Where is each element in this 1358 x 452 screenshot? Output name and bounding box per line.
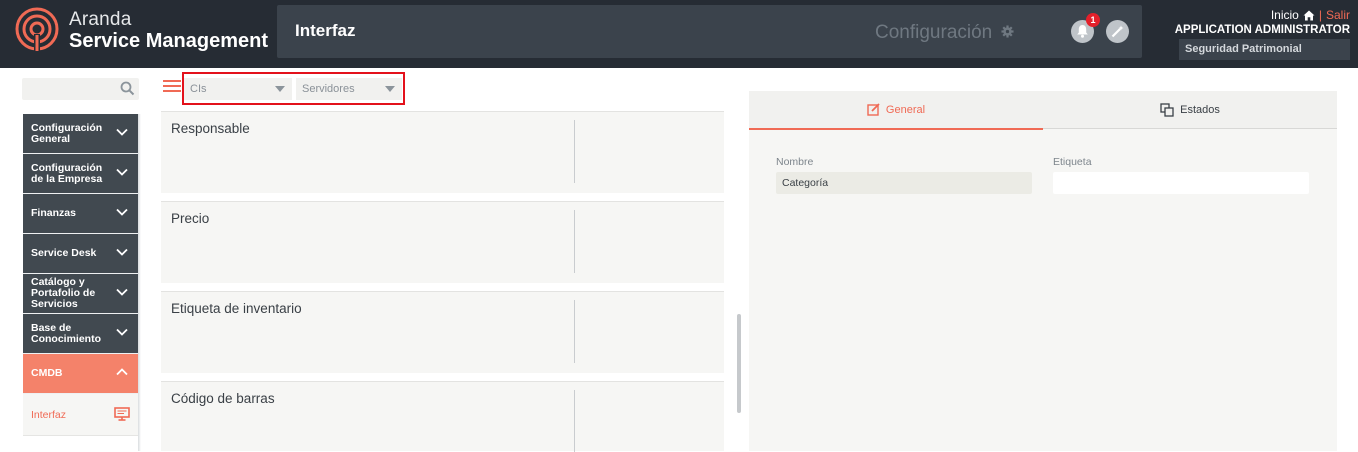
menu-search-input[interactable]	[22, 78, 139, 100]
sidebar-subitem-label: Interfaz	[31, 408, 67, 421]
name-field-label: Nombre	[776, 156, 814, 168]
brand-name: Aranda	[69, 9, 132, 30]
tab-estados-label: Estados	[1180, 104, 1220, 116]
sidebar-edge	[138, 114, 141, 451]
user-name: APPLICATION ADMINISTRATOR	[1174, 24, 1350, 36]
chevron-up-icon	[116, 368, 128, 376]
sidebar-menu: Configuración General Configuración de l…	[23, 114, 138, 436]
field-card-divider	[574, 120, 575, 183]
notification-count-badge: 1	[1086, 13, 1100, 27]
sidebar-item-label: Configuración de la Empresa	[31, 161, 103, 185]
chevron-down-icon	[116, 208, 128, 216]
fields-scrollbar[interactable]	[737, 314, 741, 413]
sidebar-item-label: CMDB	[31, 367, 63, 379]
field-card-divider	[574, 210, 575, 273]
brand-product: Service Management	[69, 30, 268, 52]
sidebar-item-label: Finanzas	[31, 207, 76, 219]
sidebar-item-configuracion-general[interactable]: Configuración General	[23, 114, 138, 154]
app-header: Aranda Service Management Interfaz Confi…	[0, 0, 1358, 68]
user-project-selector[interactable]: Seguridad Patrimonial	[1179, 39, 1350, 60]
tag-field-label: Etiqueta	[1053, 156, 1092, 168]
chevron-down-icon	[116, 288, 128, 296]
tab-estados[interactable]: Estados	[1043, 91, 1337, 129]
home-icon[interactable]	[1303, 10, 1315, 21]
sidebar-item-configuracion-empresa[interactable]: Configuración de la Empresa	[23, 154, 138, 194]
sidebar-item-label: Base de Conocimiento	[31, 321, 101, 345]
ci-type-value: CIs	[190, 83, 207, 95]
chevron-down-icon	[116, 128, 128, 136]
link-separator: |	[1318, 8, 1322, 22]
ci-category-select[interactable]: Servidores	[296, 78, 402, 100]
dropdown-arrow-icon	[275, 86, 285, 92]
sidebar-item-finanzas[interactable]: Finanzas	[23, 194, 138, 234]
sidebar-subitem-interfaz[interactable]: Interfaz	[23, 394, 138, 436]
field-card-precio[interactable]: Precio	[161, 201, 724, 283]
gear-icon[interactable]	[1001, 25, 1014, 38]
user-links: Inicio | Salir	[1271, 8, 1350, 22]
field-card-responsable[interactable]: Responsable	[161, 111, 724, 193]
edit-icon	[867, 103, 880, 116]
top-bar: Interfaz Configuración 1	[277, 5, 1142, 58]
tab-general-label: General	[885, 103, 926, 116]
tools-button[interactable]	[1106, 20, 1129, 43]
magic-wand-icon	[1111, 25, 1124, 38]
name-field[interactable]: Categoría	[776, 172, 1032, 194]
sidebar-item-catalogo[interactable]: Catálogo y Portafolio de Servicios	[23, 274, 138, 314]
ci-type-select[interactable]: CIs	[184, 78, 292, 100]
aranda-logo-icon	[15, 7, 59, 52]
page-title: Interfaz	[295, 21, 356, 40]
sidebar-item-label: Catálogo y Portafolio de Servicios	[31, 276, 96, 310]
sidebar-item-base-conocimiento[interactable]: Base de Conocimiento	[23, 314, 138, 354]
sidebar-item-service-desk[interactable]: Service Desk	[23, 234, 138, 274]
configuration-link[interactable]: Configuración	[875, 22, 992, 44]
logout-link[interactable]: Salir	[1326, 8, 1350, 22]
dropdown-arrow-icon	[385, 86, 395, 92]
field-card-label: Código de barras	[171, 391, 275, 406]
ci-category-value: Servidores	[302, 83, 355, 95]
tab-general[interactable]: General	[749, 91, 1043, 130]
panel-tabs: General Estados	[749, 91, 1337, 130]
chevron-down-icon	[116, 328, 128, 336]
home-link[interactable]: Inicio	[1271, 8, 1299, 22]
hamburger-menu-icon[interactable]	[163, 80, 181, 94]
field-card-label: Responsable	[171, 121, 250, 136]
field-card-label: Etiqueta de inventario	[171, 301, 302, 316]
sidebar-item-label: Service Desk	[31, 247, 97, 259]
bell-icon	[1077, 25, 1088, 38]
field-card-etiqueta-inventario[interactable]: Etiqueta de inventario	[161, 291, 724, 373]
chevron-down-icon	[116, 168, 128, 176]
sidebar-item-cmdb[interactable]: CMDB	[23, 354, 138, 394]
field-card-divider	[574, 390, 575, 452]
field-card-label: Precio	[171, 211, 210, 226]
properties-panel: General Estados Nombre Categoría Etiquet…	[749, 91, 1337, 451]
copy-icon	[1160, 103, 1174, 117]
field-card-divider	[574, 300, 575, 363]
field-card-codigo-barras[interactable]: Código de barras	[161, 381, 724, 452]
search-icon[interactable]	[120, 81, 135, 96]
tag-field[interactable]	[1053, 172, 1309, 194]
sidebar-item-label: Configuración General	[31, 121, 103, 145]
chevron-down-icon	[116, 248, 128, 256]
monitor-icon	[114, 407, 130, 421]
